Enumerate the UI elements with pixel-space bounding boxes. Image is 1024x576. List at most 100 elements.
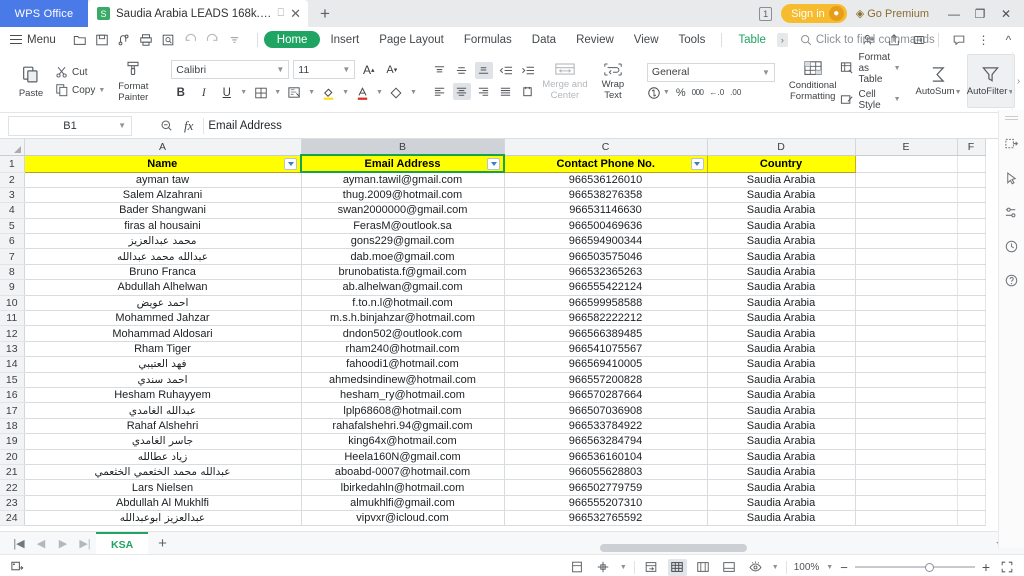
zoom-in-button[interactable]: +: [982, 559, 990, 575]
cell-e20[interactable]: [855, 449, 958, 465]
eye-protection-icon[interactable]: [746, 559, 765, 576]
number-format-select[interactable]: General ▼: [646, 62, 775, 82]
highlight-color-button[interactable]: [319, 83, 338, 102]
cell-e8[interactable]: [855, 264, 958, 281]
cell-b9[interactable]: ab.alhelwan@gmail.com: [301, 279, 505, 296]
cell-c9[interactable]: 966555422124: [504, 279, 708, 296]
clear-format-button[interactable]: [387, 83, 406, 102]
row-header-15[interactable]: 15: [0, 372, 25, 388]
cell-e2[interactable]: [855, 172, 958, 188]
table-row[interactable]: 21 عبدالله محمد الخثعمي الخثعمي aboabd-000…: [0, 464, 986, 481]
format-as-table-button[interactable]: Format as Table ▼: [840, 52, 901, 85]
autosum-button[interactable]: AutoSum▼: [915, 65, 963, 98]
redo-icon[interactable]: [202, 29, 223, 50]
cell-f8[interactable]: [957, 264, 986, 281]
row-header-10[interactable]: 10: [0, 295, 25, 312]
fullscreen-icon[interactable]: [997, 559, 1016, 576]
cell-c1[interactable]: Contact Phone No.: [504, 155, 708, 173]
cell-d16[interactable]: Saudia Arabia: [707, 387, 856, 404]
first-sheet-button[interactable]: |◀: [8, 532, 30, 554]
cell-e12[interactable]: [855, 325, 958, 342]
wps-office-logo[interactable]: WPS Office: [0, 0, 88, 27]
cell-d9[interactable]: Saudia Arabia: [707, 279, 856, 296]
cell-c20[interactable]: 966536160104: [504, 449, 708, 465]
cell-d7[interactable]: Saudia Arabia: [707, 248, 856, 265]
cell-shading-dropdown-arrow-icon[interactable]: ▼: [308, 89, 315, 96]
cell-f9[interactable]: [957, 279, 986, 296]
select-all-corner[interactable]: [0, 139, 25, 156]
cell-f2[interactable]: [957, 172, 986, 188]
page-center-icon[interactable]: [594, 559, 613, 576]
row-header-14[interactable]: 14: [0, 356, 25, 373]
underline-dropdown-arrow-icon[interactable]: ▼: [240, 89, 247, 96]
filter-dropdown-c[interactable]: [690, 157, 704, 170]
font-color-dropdown-arrow-icon[interactable]: ▼: [376, 89, 383, 96]
cell-b2[interactable]: ayman.tawil@gmail.com: [301, 172, 505, 188]
open-icon[interactable]: [70, 29, 91, 50]
minimize-button[interactable]: —: [942, 3, 966, 25]
collapse-ribbon-icon[interactable]: ^: [997, 28, 1020, 51]
font-color-button[interactable]: [353, 83, 372, 102]
table-row[interactable]: 6 محمد عبدالعزيز gons229@gmail.com 96659490…: [0, 233, 986, 250]
cell-e10[interactable]: [855, 295, 958, 312]
cell-e7[interactable]: [855, 248, 958, 265]
cell-c17[interactable]: 966507036908: [504, 402, 708, 419]
page-center-dropdown-arrow-icon[interactable]: ▼: [620, 564, 627, 571]
zoom-out-icon[interactable]: [160, 119, 174, 133]
cell-e15[interactable]: [855, 372, 958, 388]
align-center-button[interactable]: [452, 83, 471, 100]
cell-d1[interactable]: Country: [707, 155, 856, 173]
decrease-font-size-button[interactable]: A ▾: [382, 60, 401, 79]
cell-d20[interactable]: Saudia Arabia: [707, 449, 856, 465]
cell-b24[interactable]: vipvxr@icloud.com: [301, 510, 505, 527]
row-header-18[interactable]: 18: [0, 418, 25, 435]
tab-tools[interactable]: Tools: [669, 32, 716, 48]
row-header-12[interactable]: 12: [0, 325, 25, 342]
comment-icon[interactable]: [947, 28, 970, 51]
filter-dropdown-b[interactable]: [487, 157, 500, 170]
cell-f14[interactable]: [957, 356, 986, 373]
cell-f20[interactable]: [957, 449, 986, 465]
zoom-level-label[interactable]: 100%: [794, 562, 820, 573]
cell-d23[interactable]: Saudia Arabia: [707, 495, 856, 512]
table-row[interactable]: 3 Salem Alzahrani thug.2009@hotmail.com 966…: [0, 187, 986, 204]
menu-button[interactable]: Menu: [8, 34, 64, 46]
cell-a2[interactable]: ayman taw: [24, 172, 302, 188]
increase-decimal-button[interactable]: ←.0: [710, 88, 725, 97]
cell-e18[interactable]: [855, 418, 958, 435]
sign-in-button[interactable]: Sign in ●: [781, 4, 847, 23]
eye-protection-dropdown-arrow-icon[interactable]: ▼: [772, 564, 779, 571]
row-header-7[interactable]: 7: [0, 248, 25, 265]
cell-d24[interactable]: Saudia Arabia: [707, 510, 856, 527]
cell-b16[interactable]: hesham_ry@hotmail.com: [301, 387, 505, 404]
cell-b7[interactable]: dab.moe@gmail.com: [301, 248, 505, 265]
freeze-panes-icon[interactable]: [642, 559, 661, 576]
borders-button[interactable]: [251, 83, 270, 102]
column-header-f[interactable]: F: [957, 139, 986, 156]
table-row[interactable]: 24 عبدالعزيز ابوعبدالله vipvxr@icloud.com 9…: [0, 510, 986, 527]
print-preview-icon[interactable]: [158, 29, 179, 50]
font-family-select[interactable]: Calibri ▼: [171, 60, 290, 79]
cell-f23[interactable]: [957, 495, 986, 512]
cell-f17[interactable]: [957, 402, 986, 419]
row-header-5[interactable]: 5: [0, 218, 25, 235]
cell-e24[interactable]: [855, 510, 958, 527]
row-header-24[interactable]: 24: [0, 510, 25, 527]
ribbon-overflow-button[interactable]: ›: [1012, 52, 1024, 110]
more-options-icon[interactable]: ⋮: [972, 28, 995, 51]
cell-f1[interactable]: [957, 155, 986, 173]
cell-d13[interactable]: Saudia Arabia: [707, 341, 856, 358]
autofilter-button[interactable]: AutoFilter▼: [966, 54, 1015, 108]
cell-c14[interactable]: 966569410005: [504, 356, 708, 373]
cell-c7[interactable]: 966503575046: [504, 248, 708, 265]
table-row[interactable]: 4 Bader Shangwani swan2000000@gmail.com 966…: [0, 202, 986, 219]
cell-e16[interactable]: [855, 387, 958, 404]
align-top-button[interactable]: [431, 62, 449, 79]
currency-dropdown-arrow-icon[interactable]: ▼: [663, 89, 670, 96]
cell-a21[interactable]: عبدالله محمد الخثعمي الخثعمي: [24, 464, 302, 481]
cell-d4[interactable]: Saudia Arabia: [707, 202, 856, 219]
cell-a18[interactable]: Rahaf Alshehri: [24, 418, 302, 435]
table-row[interactable]: 18 Rahaf Alshehri rahafalshehri.94@gmail.c…: [0, 418, 986, 435]
undo-icon[interactable]: [180, 29, 201, 50]
table-row[interactable]: 10 احمد عويض f.to.n.l@hotmail.com 966599958…: [0, 295, 986, 312]
